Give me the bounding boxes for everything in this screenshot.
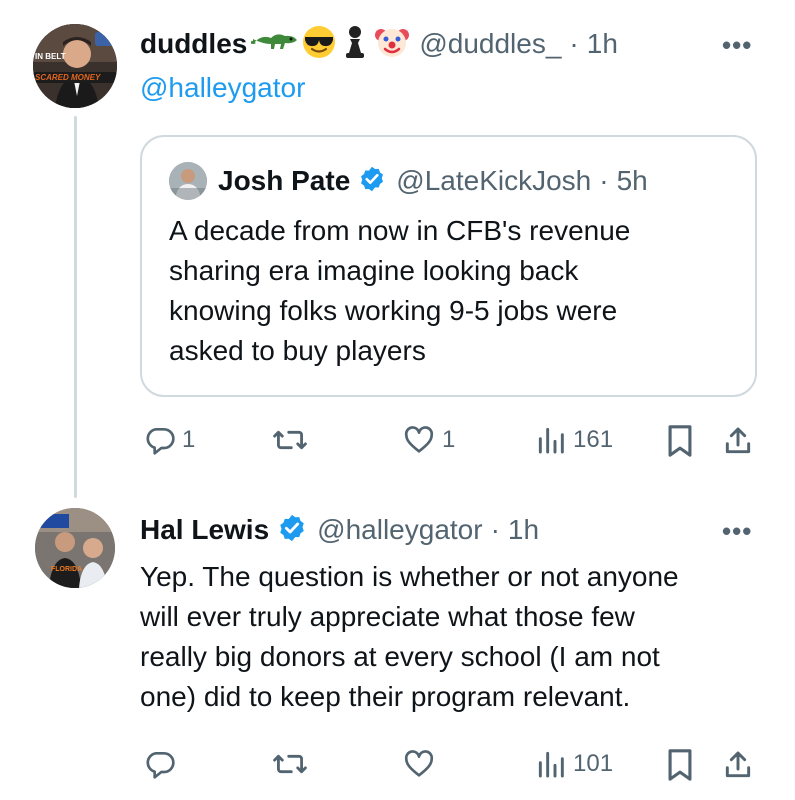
tweet1-header: duddles @duddles_ · 1h (140, 24, 618, 64)
dot-separator: · (599, 165, 609, 196)
reply-button[interactable] (144, 748, 182, 780)
text-line: really big donors at every school (I am … (140, 641, 660, 672)
author-handle[interactable]: @duddles_ (419, 28, 561, 60)
reply-icon (146, 428, 175, 455)
clown-face-icon (373, 23, 411, 66)
tweet-text: Yep. The question is whether or not anyo… (140, 557, 679, 717)
avatar-duddles[interactable]: IN BELT SCARED MONEY (33, 24, 117, 108)
text-line: asked to buy players (169, 335, 426, 366)
avatar-caption-top: IN BELT (35, 52, 66, 61)
views-button[interactable]: 161 (535, 424, 613, 456)
timestamp[interactable]: 1h (587, 28, 618, 60)
views-count: 101 (573, 750, 614, 777)
repost-icon (273, 430, 307, 450)
author-name[interactable]: Hal Lewis (140, 514, 269, 546)
text-line: Yep. The question is whether or not anyo… (140, 561, 679, 592)
views-count: 161 (573, 426, 614, 453)
chess-pawn-icon (343, 24, 367, 65)
like-count: 1 (442, 426, 456, 453)
timestamp[interactable]: 1h (508, 514, 539, 546)
dot-separator: · (569, 28, 579, 59)
text-line: will ever truly appreciate what those fe… (140, 601, 635, 632)
more-options-button[interactable]: ••• (722, 516, 752, 547)
tweet2-header: Hal Lewis @halleygator · 1h (140, 510, 539, 550)
text-line: A decade from now in CFB's revenue (169, 215, 631, 246)
bookmark-icon (668, 425, 692, 457)
verified-badge-icon (277, 513, 307, 548)
bookmark-icon (668, 749, 692, 781)
heart-icon (404, 426, 434, 453)
avatar-image (35, 508, 115, 588)
avatar-hal-lewis[interactable]: FLORIDA (35, 508, 115, 588)
more-options-button[interactable]: ••• (722, 30, 752, 61)
heart-icon (404, 750, 434, 777)
share-icon (725, 427, 751, 454)
share-button[interactable] (722, 748, 754, 782)
quoted-author-name: Josh Pate (218, 165, 351, 196)
alligator-icon (250, 28, 298, 61)
author-handle[interactable]: @halleygator (317, 514, 482, 546)
dot-separator: · (490, 514, 500, 545)
views-analytics-icon (538, 427, 564, 454)
like-button[interactable] (402, 748, 442, 780)
thread-connector-line (74, 116, 77, 498)
quoted-timestamp: 5h (616, 165, 648, 196)
repost-button[interactable] (272, 424, 314, 456)
share-icon (725, 751, 751, 778)
views-analytics-icon (538, 751, 564, 778)
quoted-tweet-header: Josh Pate @LateKickJosh · 5h (218, 161, 648, 201)
replying-to-mention[interactable]: @halleygator (140, 72, 305, 104)
repost-icon (273, 754, 307, 774)
reply-button[interactable]: 1 (144, 424, 195, 456)
text-line: knowing folks working 9-5 jobs were (169, 295, 618, 326)
like-button[interactable]: 1 (402, 424, 455, 456)
share-button[interactable] (722, 424, 754, 458)
reply-icon (146, 752, 175, 779)
avatar-image (33, 24, 117, 108)
views-button[interactable]: 101 (535, 748, 613, 780)
avatar-caption: FLORIDA (51, 566, 83, 573)
verified-badge-icon (358, 165, 386, 198)
text-line: sharing era imagine looking back (169, 255, 579, 286)
avatar-image (169, 162, 207, 200)
quoted-tweet-text: A decade from now in CFB's revenue shari… (169, 211, 630, 371)
bookmark-button[interactable] (665, 748, 695, 782)
bookmark-button[interactable] (665, 424, 695, 458)
quoted-tweet-card[interactable]: Josh Pate @LateKickJosh · 5h A decade fr… (140, 135, 757, 397)
reply-count: 1 (182, 426, 196, 453)
sunglasses-emoji-icon (301, 24, 337, 65)
text-line: one) did to keep their program relevant. (140, 681, 631, 712)
author-name[interactable]: duddles (140, 28, 247, 60)
repost-button[interactable] (272, 748, 314, 780)
avatar-josh-pate[interactable] (169, 162, 207, 200)
quoted-author-handle: @LateKickJosh (396, 165, 592, 196)
avatar-caption-bottom: SCARED MONEY (35, 73, 101, 82)
